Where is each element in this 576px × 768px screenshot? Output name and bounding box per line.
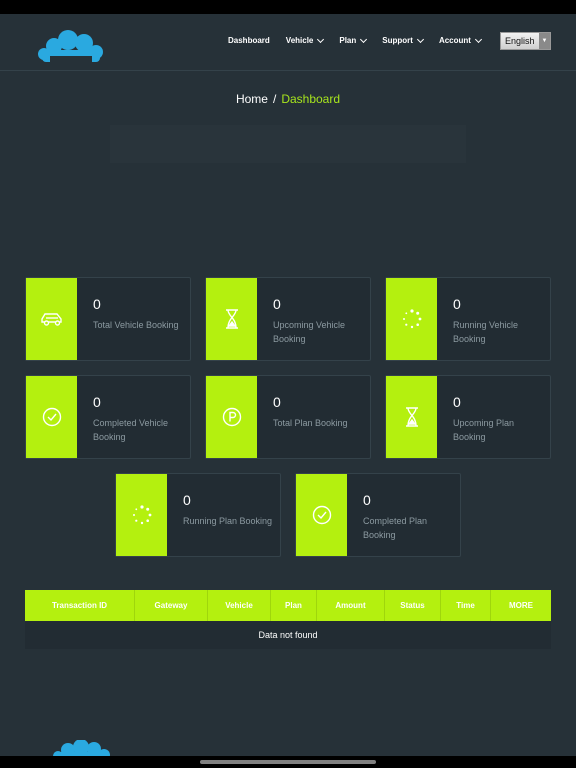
language-value: English: [505, 36, 535, 46]
column-header-vehicle[interactable]: Vehicle: [208, 590, 271, 621]
stat-card-icon-box: [206, 376, 257, 458]
home-indicator: [200, 760, 376, 764]
check-circle-icon: [312, 505, 331, 525]
select-arrow-icon: ▼: [539, 33, 550, 49]
nav-support-label: Support: [382, 36, 413, 45]
nav-vehicle-label: Vehicle: [285, 36, 314, 45]
stat-card-upcoming-vehicle-booking[interactable]: 0 Upcoming Vehicle Booking: [205, 277, 371, 361]
stat-value: 0: [273, 296, 281, 312]
stat-label: Completed Plan Booking: [363, 516, 428, 540]
breadcrumb-home[interactable]: Home: [236, 92, 268, 106]
hourglass-icon: [405, 407, 418, 427]
stat-value: 0: [93, 296, 101, 312]
stat-label: Total Plan Booking: [273, 418, 348, 428]
stat-label: Total Vehicle Booking: [93, 320, 179, 330]
stat-value: 0: [183, 492, 191, 508]
breadcrumb: Home / Dashboard: [0, 92, 576, 106]
nav-account-label: Account: [438, 36, 471, 45]
column-header-plan[interactable]: Plan: [271, 590, 317, 621]
car-icon: [40, 313, 62, 326]
spinner-icon: [402, 309, 421, 329]
stat-card-icon-box: [386, 376, 437, 458]
stat-card-running-vehicle-booking[interactable]: 0 Running Vehicle Booking: [385, 277, 551, 361]
chevron-down-icon: [360, 35, 368, 43]
site-logo[interactable]: [36, 26, 106, 66]
stat-card-total-plan-booking[interactable]: 0 Total Plan Booking: [205, 375, 371, 459]
stat-label: Upcoming Vehicle Booking: [273, 320, 346, 344]
spinner-icon: [132, 505, 151, 525]
stat-label: Upcoming Plan Booking: [453, 418, 515, 442]
chevron-down-icon: [474, 35, 482, 43]
hourglass-icon: [225, 309, 238, 329]
column-header-time[interactable]: Time: [441, 590, 491, 621]
chevron-down-icon: [416, 35, 424, 43]
breadcrumb-current: Dashboard: [281, 92, 341, 106]
banner-placeholder: [110, 125, 466, 163]
stat-value: 0: [363, 492, 371, 508]
column-header-gateway[interactable]: Gateway: [135, 590, 208, 621]
transactions-table-header: Transaction ID Gateway Vehicle Plan Amou…: [25, 590, 551, 621]
nav-support[interactable]: Support: [382, 35, 424, 45]
stat-value: 0: [273, 394, 281, 410]
column-header-transaction-id[interactable]: Transaction ID: [25, 590, 135, 621]
transactions-empty-message: Data not found: [25, 621, 551, 649]
nav-dashboard-label: Dashboard: [228, 36, 270, 45]
main-nav: Dashboard Vehicle Plan Support Account: [228, 35, 497, 45]
stat-value: 0: [453, 394, 461, 410]
status-bar: [0, 0, 576, 14]
stat-value: 0: [453, 296, 461, 312]
stat-card-icon-box: [296, 474, 347, 556]
stat-card-total-vehicle-booking[interactable]: 0 Total Vehicle Booking: [25, 277, 191, 361]
check-circle-icon: [42, 407, 61, 427]
stat-card-icon-box: [386, 278, 437, 360]
stat-card-running-plan-booking[interactable]: 0 Running Plan Booking: [115, 473, 281, 557]
stat-label: Completed Vehicle Booking: [93, 418, 169, 442]
stat-card-icon-box: [206, 278, 257, 360]
nav-plan[interactable]: Plan: [339, 35, 368, 45]
nav-vehicle[interactable]: Vehicle: [285, 35, 325, 45]
stat-card-icon-box: [116, 474, 167, 556]
nav-account[interactable]: Account: [438, 35, 482, 45]
stat-card-completed-vehicle-booking[interactable]: 0 Completed Vehicle Booking: [25, 375, 191, 459]
breadcrumb-separator: /: [272, 92, 277, 106]
column-header-status[interactable]: Status: [385, 590, 441, 621]
stat-card-completed-plan-booking[interactable]: 0 Completed Plan Booking: [295, 473, 461, 557]
language-select[interactable]: English ▼: [500, 32, 551, 50]
stat-label: Running Vehicle Booking: [453, 320, 519, 344]
stat-value: 0: [93, 394, 101, 410]
parking-icon: [222, 407, 241, 427]
nav-plan-label: Plan: [339, 36, 357, 45]
nav-dashboard[interactable]: Dashboard: [228, 36, 270, 45]
stat-label: Running Plan Booking: [183, 516, 273, 526]
stat-card-upcoming-plan-booking[interactable]: 0 Upcoming Plan Booking: [385, 375, 551, 459]
stat-card-icon-box: [26, 376, 77, 458]
chevron-down-icon: [317, 35, 325, 43]
column-header-amount[interactable]: Amount: [317, 590, 385, 621]
stat-card-icon-box: [26, 278, 77, 360]
site-header: Dashboard Vehicle Plan Support Account E…: [0, 14, 576, 71]
column-header-more[interactable]: MORE: [491, 590, 551, 621]
